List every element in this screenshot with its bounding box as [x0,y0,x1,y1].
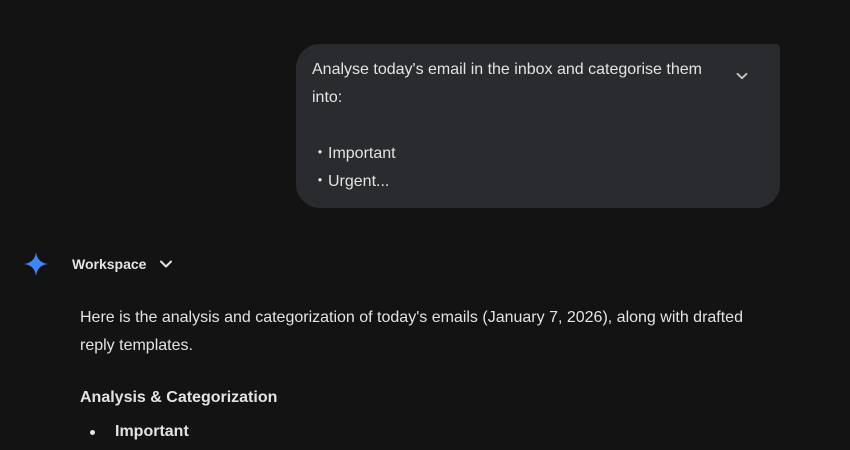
user-prompt-text: Analyse today's email in the inbox and c… [312,56,732,196]
response-intro-line-1: Here is the analysis and categorization … [80,309,743,326]
user-prompt-bubble: Analyse today's email in the inbox and c… [296,44,780,208]
chat-page: Analyse today's email in the inbox and c… [0,0,850,450]
user-prompt-line-2: into: [312,89,343,106]
expand-prompt-button[interactable] [728,62,756,90]
section-heading: Analysis & Categorization [80,389,278,406]
chevron-down-icon [736,72,748,80]
gemini-sparkle-icon [24,252,48,276]
user-prompt-bullet-urgent: ・Urgent... [312,168,732,196]
bullet-text: Important [328,145,396,162]
user-prompt-bullet-important: ・Important [312,140,732,168]
model-label: Workspace [72,256,147,272]
category-list: Important [80,420,780,444]
response-body: Here is the analysis and categorization … [80,304,780,444]
bullet-marker: ・ [312,145,329,162]
list-item: Important [80,420,780,444]
user-prompt-blank-line [312,112,732,140]
response-intro-line-2: reply templates. [80,337,193,354]
bullet-dot [90,430,95,435]
response-intro: Here is the analysis and categorization … [80,304,780,360]
model-picker-button[interactable]: Workspace [72,253,174,275]
user-prompt-line-1: Analyse today's email in the inbox and c… [312,61,702,78]
chevron-down-icon [158,256,174,272]
category-label: Important [115,423,189,440]
bullet-marker: ・ [312,173,329,190]
bullet-text: Urgent... [328,173,390,190]
